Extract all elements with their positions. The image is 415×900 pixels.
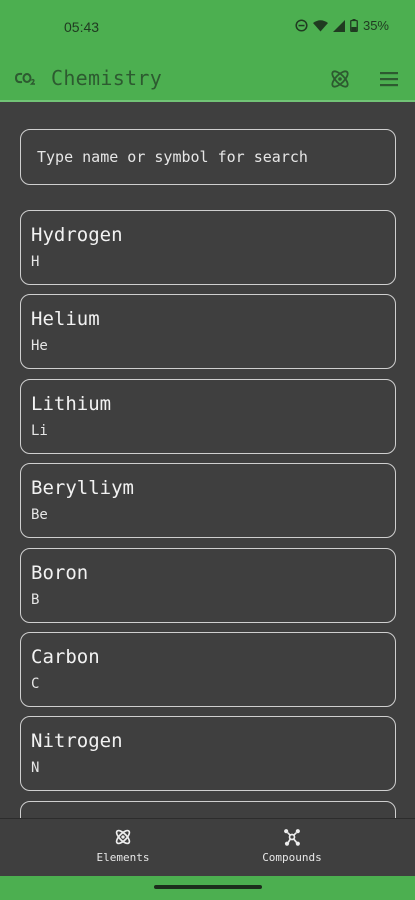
- list-item[interactable]: Nitrogen N: [20, 716, 396, 792]
- element-name: Nitrogen: [31, 730, 123, 753]
- element-name: Carbon: [31, 645, 100, 668]
- atom-icon: [115, 829, 131, 845]
- status-bar: 05:43 35%: [0, 0, 415, 56]
- home-indicator[interactable]: [154, 885, 262, 889]
- element-name: Berylliym: [31, 477, 134, 500]
- screen: 05:43 35% Chemistry Type name or symbol …: [0, 0, 415, 900]
- list-item[interactable]: Carbon C: [20, 631, 396, 707]
- main-content: Type name or symbol for search Hydrogen …: [0, 102, 415, 818]
- nav-elements-label: Elements: [96, 851, 150, 864]
- element-name: Boron: [31, 561, 89, 584]
- nav-elements[interactable]: Elements: [63, 827, 183, 864]
- atom-icon[interactable]: [328, 67, 352, 91]
- element-name: Helium: [31, 308, 100, 331]
- bottom-navigation: Elements Compounds: [0, 818, 415, 876]
- element-name: Hydrogen: [31, 224, 123, 246]
- do-not-disturb-icon: [295, 19, 308, 32]
- page-title: Chemistry: [51, 66, 163, 90]
- status-time: 05:43: [64, 19, 100, 35]
- menu-icon[interactable]: [378, 69, 400, 89]
- signal-icon: [332, 19, 345, 32]
- list-item[interactable]: Helium He: [20, 294, 396, 370]
- element-symbol: Be: [31, 507, 48, 524]
- list-item[interactable]: Berylliym Be: [20, 463, 396, 539]
- list-item[interactable]: Lithium Li: [20, 378, 396, 454]
- list-item[interactable]: Hydrogen H: [20, 210, 396, 285]
- nav-compounds-label: Compounds: [262, 851, 322, 864]
- app-bar: Chemistry: [0, 56, 415, 102]
- status-icons: 35%: [295, 18, 389, 33]
- battery-icon: [350, 19, 358, 32]
- list-item[interactable]: Boron B: [20, 547, 396, 623]
- molecule-icon: [284, 829, 300, 846]
- battery-percent: 35%: [362, 18, 389, 33]
- element-symbol: H: [31, 254, 40, 270]
- co2-icon: [14, 72, 35, 85]
- gesture-bar: [0, 876, 415, 900]
- element-symbol: C: [31, 675, 40, 692]
- element-list: Hydrogen H Helium He Lithium Li Berylliy…: [20, 210, 396, 818]
- element-symbol: He: [31, 338, 48, 355]
- list-item[interactable]: [20, 800, 396, 818]
- search-placeholder: Type name or symbol for search: [37, 148, 308, 166]
- element-name: Lithium: [31, 392, 112, 415]
- element-symbol: B: [31, 591, 40, 608]
- search-input[interactable]: Type name or symbol for search: [20, 129, 396, 185]
- nav-compounds[interactable]: Compounds: [232, 827, 352, 864]
- element-symbol: N: [31, 760, 40, 777]
- wifi-icon: [312, 19, 328, 31]
- element-symbol: Li: [31, 422, 48, 439]
